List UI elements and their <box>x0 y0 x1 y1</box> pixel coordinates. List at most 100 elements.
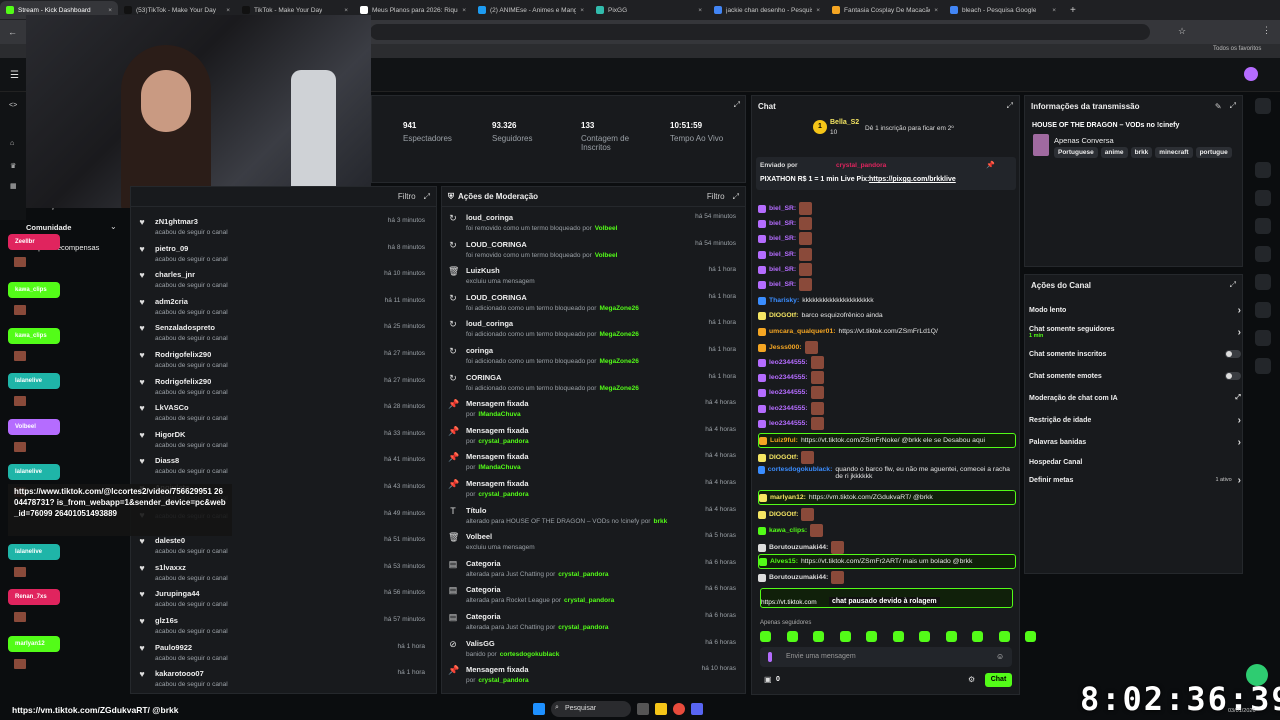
windows-start-icon[interactable] <box>533 702 545 715</box>
chat-username[interactable]: DIOGOtf: <box>769 454 798 461</box>
info-icon[interactable] <box>1255 98 1271 114</box>
top-gifter-name[interactable]: Bella_S2 <box>830 119 859 126</box>
gear-icon[interactable] <box>1255 330 1271 346</box>
filter-button[interactable]: Filtro <box>398 192 416 201</box>
follower-name[interactable]: zN1ghtmar3 <box>155 217 228 226</box>
chat-username[interactable]: Luiz9ful: <box>770 437 798 444</box>
filter-button[interactable]: Filtro <box>707 192 725 201</box>
new-tab-icon[interactable]: + <box>1070 5 1076 16</box>
mod-target[interactable]: Categoria <box>466 612 608 621</box>
chat-username[interactable]: Tharisky: <box>769 297 799 304</box>
mod-by-user[interactable]: brkk <box>653 518 667 525</box>
mod-by-user[interactable]: crystal_pandora <box>478 438 528 445</box>
close-icon[interactable]: × <box>344 7 348 14</box>
chat-bubble-icon[interactable] <box>1255 246 1271 262</box>
follower-name[interactable]: s1lvaxxz <box>155 563 228 572</box>
nav-trophy-icon[interactable]: ♛ <box>10 162 16 170</box>
follower-name[interactable]: Paulo9922 <box>155 643 228 652</box>
taskbar-search[interactable]: ⌕ Pesquisar <box>551 700 631 717</box>
pinned-sender[interactable]: crystal_pandora <box>836 162 886 169</box>
nav-chart-icon[interactable]: ▦ <box>10 182 17 190</box>
close-icon[interactable]: × <box>1052 7 1056 14</box>
kick-emote-icon[interactable] <box>972 631 983 642</box>
hamburger-icon[interactable]: ☰ <box>10 70 19 81</box>
channel-action-row[interactable]: Moderação de chat com IA ⤢ <box>1029 389 1241 407</box>
chat-username[interactable]: kawa_clips: <box>769 527 807 534</box>
browser-tab[interactable]: (2) ANIMEse - Animes e Mangá × <box>472 1 590 19</box>
follower-name[interactable]: Senzaladospreto <box>155 323 228 332</box>
tv-icon[interactable] <box>1255 274 1271 290</box>
camera-icon[interactable] <box>1255 162 1271 178</box>
chat-username[interactable]: biel_SR: <box>769 266 796 273</box>
external-link-icon[interactable]: ⤢ <box>1235 394 1241 402</box>
channel-action-row[interactable]: Definir metas 1 ativo › <box>1029 471 1241 489</box>
follower-name[interactable]: Jurupinga44 <box>155 589 228 598</box>
chat-username[interactable]: leo2344555: <box>769 389 808 396</box>
channel-action-row[interactable]: Chat somente seguidores 1 min › <box>1029 323 1241 341</box>
chat-username[interactable]: DIOGOtf: <box>769 312 798 319</box>
mod-target[interactable]: Mensagem fixada <box>466 399 529 408</box>
browser-tab[interactable]: jackie chan desenho - Pesquisa × <box>708 1 826 19</box>
chevron-right-icon[interactable]: › <box>1238 475 1241 486</box>
channel-action-row[interactable]: Chat somente emotes <box>1029 367 1241 385</box>
browser-tab[interactable]: Fantasia Cosplay De Macacão Jo× <box>826 1 944 19</box>
gear-icon[interactable]: ⚙ <box>968 675 975 684</box>
chevron-right-icon[interactable]: › <box>1238 305 1241 316</box>
gift-prompt[interactable]: Dê 1 inscrição para ficar em 2º <box>865 125 954 132</box>
paused-banner[interactable]: https://vt.tiktok.com chat pausado devid… <box>760 588 1013 608</box>
whatsapp-icon[interactable] <box>1246 664 1268 686</box>
mod-by-user[interactable]: MegaZone26 <box>599 385 638 392</box>
mod-target[interactable]: Volbeel <box>466 532 535 541</box>
mod-target[interactable]: Mensagem fixada <box>466 665 529 674</box>
chat-username[interactable]: biel_SR: <box>769 205 796 212</box>
mod-target[interactable]: Categoria <box>466 559 608 568</box>
chat-username[interactable]: DIOGOtf: <box>769 511 798 518</box>
popout-icon[interactable]: ⤢ <box>424 192 430 202</box>
toggle-switch[interactable] <box>1225 372 1241 380</box>
close-icon[interactable]: × <box>816 7 820 14</box>
menu-kebab-icon[interactable]: ⋮ <box>1262 25 1271 36</box>
mod-by-user[interactable]: MegaZone26 <box>599 305 638 312</box>
follower-name[interactable]: daleste0 <box>155 536 228 545</box>
mod-target[interactable]: LOUD_CORINGA <box>466 240 617 249</box>
chat-username[interactable]: biel_SR: <box>769 251 796 258</box>
chat-username[interactable]: leo2344555: <box>769 359 808 366</box>
chat-username[interactable]: Borutouzumaki44: <box>769 544 828 551</box>
chevron-right-icon[interactable]: › <box>1238 415 1241 426</box>
close-icon[interactable]: × <box>934 7 938 14</box>
popout-icon[interactable]: ⤢ <box>734 100 740 110</box>
popout-icon[interactable]: ⤢ <box>733 192 739 202</box>
chevron-right-icon[interactable]: › <box>1238 437 1241 448</box>
kick-emote-icon[interactable] <box>866 631 877 642</box>
popout-icon[interactable]: ⤢ <box>1230 280 1236 290</box>
browser-tab[interactable]: PixGG × <box>590 1 708 19</box>
follower-name[interactable]: HigorDK <box>155 430 228 439</box>
chrome-icon[interactable] <box>673 702 685 715</box>
paused-link[interactable]: https://vt.tiktok.com <box>761 599 817 606</box>
mod-target[interactable]: Mensagem fixada <box>466 426 529 435</box>
star-icon[interactable]: ☆ <box>1178 26 1186 37</box>
chevron-down-icon[interactable]: ⌄ <box>110 222 117 231</box>
close-icon[interactable]: × <box>580 7 584 14</box>
pencil-icon[interactable]: ✎ <box>1215 102 1222 111</box>
mod-by-user[interactable]: crystal_pandora <box>478 491 528 498</box>
chat-username[interactable]: marlyan12: <box>770 494 806 501</box>
mod-by-user[interactable]: Volbeel <box>595 252 618 259</box>
address-bar[interactable] <box>370 24 1150 40</box>
channel-action-row[interactable]: Hospedar Canal <box>1029 453 1241 471</box>
server-icon[interactable] <box>1255 302 1271 318</box>
share-icon[interactable] <box>1255 358 1271 374</box>
kick-emote-icon[interactable] <box>945 631 957 642</box>
back-icon[interactable]: ← <box>8 27 17 37</box>
mod-by-user[interactable]: lMandaChuva <box>478 411 520 418</box>
mod-target[interactable]: LOUD_CORINGA <box>466 293 639 302</box>
mod-target[interactable]: CORINGA <box>466 373 639 382</box>
popout-icon[interactable]: ⤢ <box>1230 101 1236 111</box>
chat-username[interactable]: umcara_qualquer01: <box>769 328 836 335</box>
close-icon[interactable]: × <box>462 7 466 14</box>
mic-icon[interactable] <box>768 652 772 662</box>
note-icon[interactable] <box>1255 218 1271 234</box>
mod-target[interactable]: ValisGG <box>466 639 559 648</box>
follower-name[interactable]: glz16s <box>155 616 228 625</box>
browser-tab[interactable]: Meus Planos para 2026: Riquez × <box>354 1 472 19</box>
